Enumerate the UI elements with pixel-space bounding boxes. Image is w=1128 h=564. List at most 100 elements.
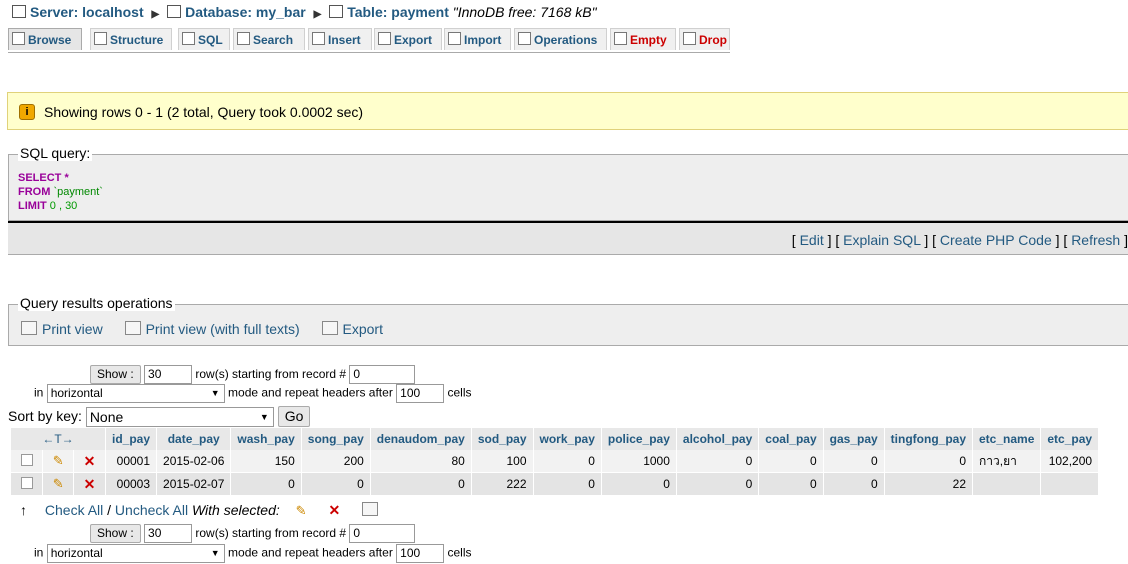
table-cell: 0 [823, 450, 884, 473]
repeat-headers-input[interactable]: 100 [396, 384, 445, 403]
table-cell: 0 [884, 450, 972, 473]
column-header[interactable]: alcohol_pay [676, 428, 759, 450]
edit-icon[interactable]: ✎ [53, 476, 64, 491]
table-cell: 0 [231, 473, 301, 496]
arrow-up-icon: ↑ [20, 502, 27, 518]
mode-text: mode and repeat headers after [228, 545, 393, 560]
column-header[interactable]: etc_pay [1041, 428, 1099, 450]
edit-icon[interactable]: ✎ [53, 453, 64, 468]
show-button[interactable]: Show : [90, 524, 141, 543]
tab-empty[interactable]: Empty [610, 28, 676, 50]
edit-link[interactable]: Edit [800, 232, 824, 248]
print-view-link[interactable]: Print view [42, 321, 103, 337]
in-label: in [34, 545, 44, 560]
repeat-headers-input[interactable]: 100 [396, 544, 445, 563]
column-header[interactable]: song_pay [301, 428, 370, 450]
table-cell: 102,200 [1041, 450, 1099, 473]
tab-browse[interactable]: Browse [8, 28, 82, 50]
column-header[interactable]: coal_pay [759, 428, 823, 450]
rows-count-input[interactable]: 30 [144, 524, 193, 544]
display-mode-select[interactable]: horizontal ▼ [46, 544, 225, 563]
table-row: ✎ ✕ 00003 2015-02-07 0 0 0 222 0 0 0 0 0… [11, 473, 1099, 496]
show-rows-row-bottom: Show : 30 row(s) starting from record # … [90, 524, 416, 544]
empty-icon [614, 32, 627, 45]
display-mode-row: in horizontal ▼ mode and repeat headers a… [34, 384, 472, 403]
server-link[interactable]: Server: localhost [30, 4, 144, 20]
table-cell: 0 [533, 473, 601, 496]
print-view-full-link[interactable]: Print view (with full texts) [146, 321, 300, 337]
table-cell: 0 [370, 473, 471, 496]
results-table: ←T→ id_pay date_pay wash_pay song_pay de… [10, 428, 1099, 496]
tab-import[interactable]: Import [444, 28, 511, 50]
starting-text: row(s) starting from record # [195, 367, 347, 381]
delete-icon[interactable]: ✕ [328, 502, 340, 518]
go-button[interactable]: Go [277, 406, 311, 427]
search-icon [237, 32, 250, 45]
record-start-input[interactable]: 0 [349, 365, 416, 385]
record-start-input[interactable]: 0 [349, 524, 416, 544]
create-php-code-link[interactable]: Create PHP Code [940, 232, 1052, 248]
column-header[interactable]: work_pay [533, 428, 601, 450]
column-header[interactable]: tingfong_pay [884, 428, 972, 450]
row-checkbox[interactable] [20, 476, 33, 489]
column-header[interactable]: police_pay [601, 428, 676, 450]
sort-row: Sort by key: None ▼ Go [8, 406, 311, 428]
sql-star: * [64, 172, 69, 184]
sort-key-select[interactable]: None ▼ [85, 407, 274, 428]
database-icon [167, 5, 182, 18]
uncheck-all-link[interactable]: Uncheck All [115, 502, 188, 518]
starting-text: row(s) starting from record # [195, 526, 347, 540]
display-mode-select[interactable]: horizontal ▼ [46, 384, 225, 403]
export-icon[interactable] [362, 502, 379, 516]
tab-export[interactable]: Export [374, 28, 442, 50]
column-header[interactable]: wash_pay [231, 428, 301, 450]
breadcrumb: Server: localhost ▶ Database: my_bar ▶ T… [12, 4, 597, 20]
table-cell: 222 [471, 473, 533, 496]
tab-sql[interactable]: SQL [178, 28, 230, 50]
column-header[interactable]: date_pay [157, 428, 231, 450]
row-checkbox[interactable] [20, 453, 33, 466]
edit-icon[interactable]: ✎ [296, 503, 307, 518]
column-header[interactable]: id_pay [106, 428, 157, 450]
with-selected-label: With selected: [191, 502, 280, 518]
tab-insert[interactable]: Insert [308, 28, 372, 50]
table-cell: 2015-02-07 [157, 473, 231, 496]
tab-structure[interactable]: Structure [90, 28, 172, 50]
column-header[interactable]: gas_pay [823, 428, 884, 450]
chevron-down-icon: ▼ [210, 388, 220, 398]
export-link[interactable]: Export [343, 321, 383, 337]
column-arrows-icon[interactable]: ←T→ [11, 428, 105, 450]
separator: / [107, 502, 112, 518]
tab-operations[interactable]: Operations [514, 28, 607, 50]
table-cell: 0 [301, 473, 370, 496]
table-cell: กาว,ยา [973, 450, 1041, 473]
column-header[interactable]: denaudom_pay [370, 428, 471, 450]
table-cell: 150 [231, 450, 301, 473]
breadcrumb-separator-icon: ▶ [313, 9, 322, 20]
tab-drop[interactable]: Drop [679, 28, 730, 50]
table-cell [973, 473, 1041, 496]
table-cell: 100 [471, 450, 533, 473]
refresh-link[interactable]: Refresh [1071, 232, 1120, 248]
column-header[interactable]: etc_name [973, 428, 1041, 450]
display-mode-row-bottom: in horizontal ▼ mode and repeat headers a… [34, 544, 472, 563]
database-link[interactable]: Database: my_bar [185, 4, 306, 20]
sql-keyword-from: FROM [18, 186, 51, 198]
explain-sql-link[interactable]: Explain SQL [843, 232, 920, 248]
sql-code: SELECT * FROM `payment` LIMIT 0 , 30 [18, 171, 103, 213]
tab-search[interactable]: Search [233, 28, 305, 50]
sql-keyword-select: SELECT [18, 172, 62, 184]
sql-action-links: [ Edit ] [ Explain SQL ] [ Create PHP Co… [791, 232, 1128, 248]
column-header[interactable]: sod_pay [471, 428, 533, 450]
check-all-link[interactable]: Check All [45, 502, 103, 518]
sql-table-name: `payment` [53, 186, 103, 198]
print-icon [124, 321, 141, 335]
table-link[interactable]: Table: payment [347, 4, 449, 20]
delete-icon[interactable]: ✕ [84, 453, 96, 469]
table-cell: 80 [370, 450, 471, 473]
show-button[interactable]: Show : [90, 365, 141, 384]
mode-text: mode and repeat headers after [228, 385, 393, 400]
rows-count-input[interactable]: 30 [144, 365, 193, 385]
server-icon [12, 5, 26, 18]
delete-icon[interactable]: ✕ [84, 476, 96, 492]
